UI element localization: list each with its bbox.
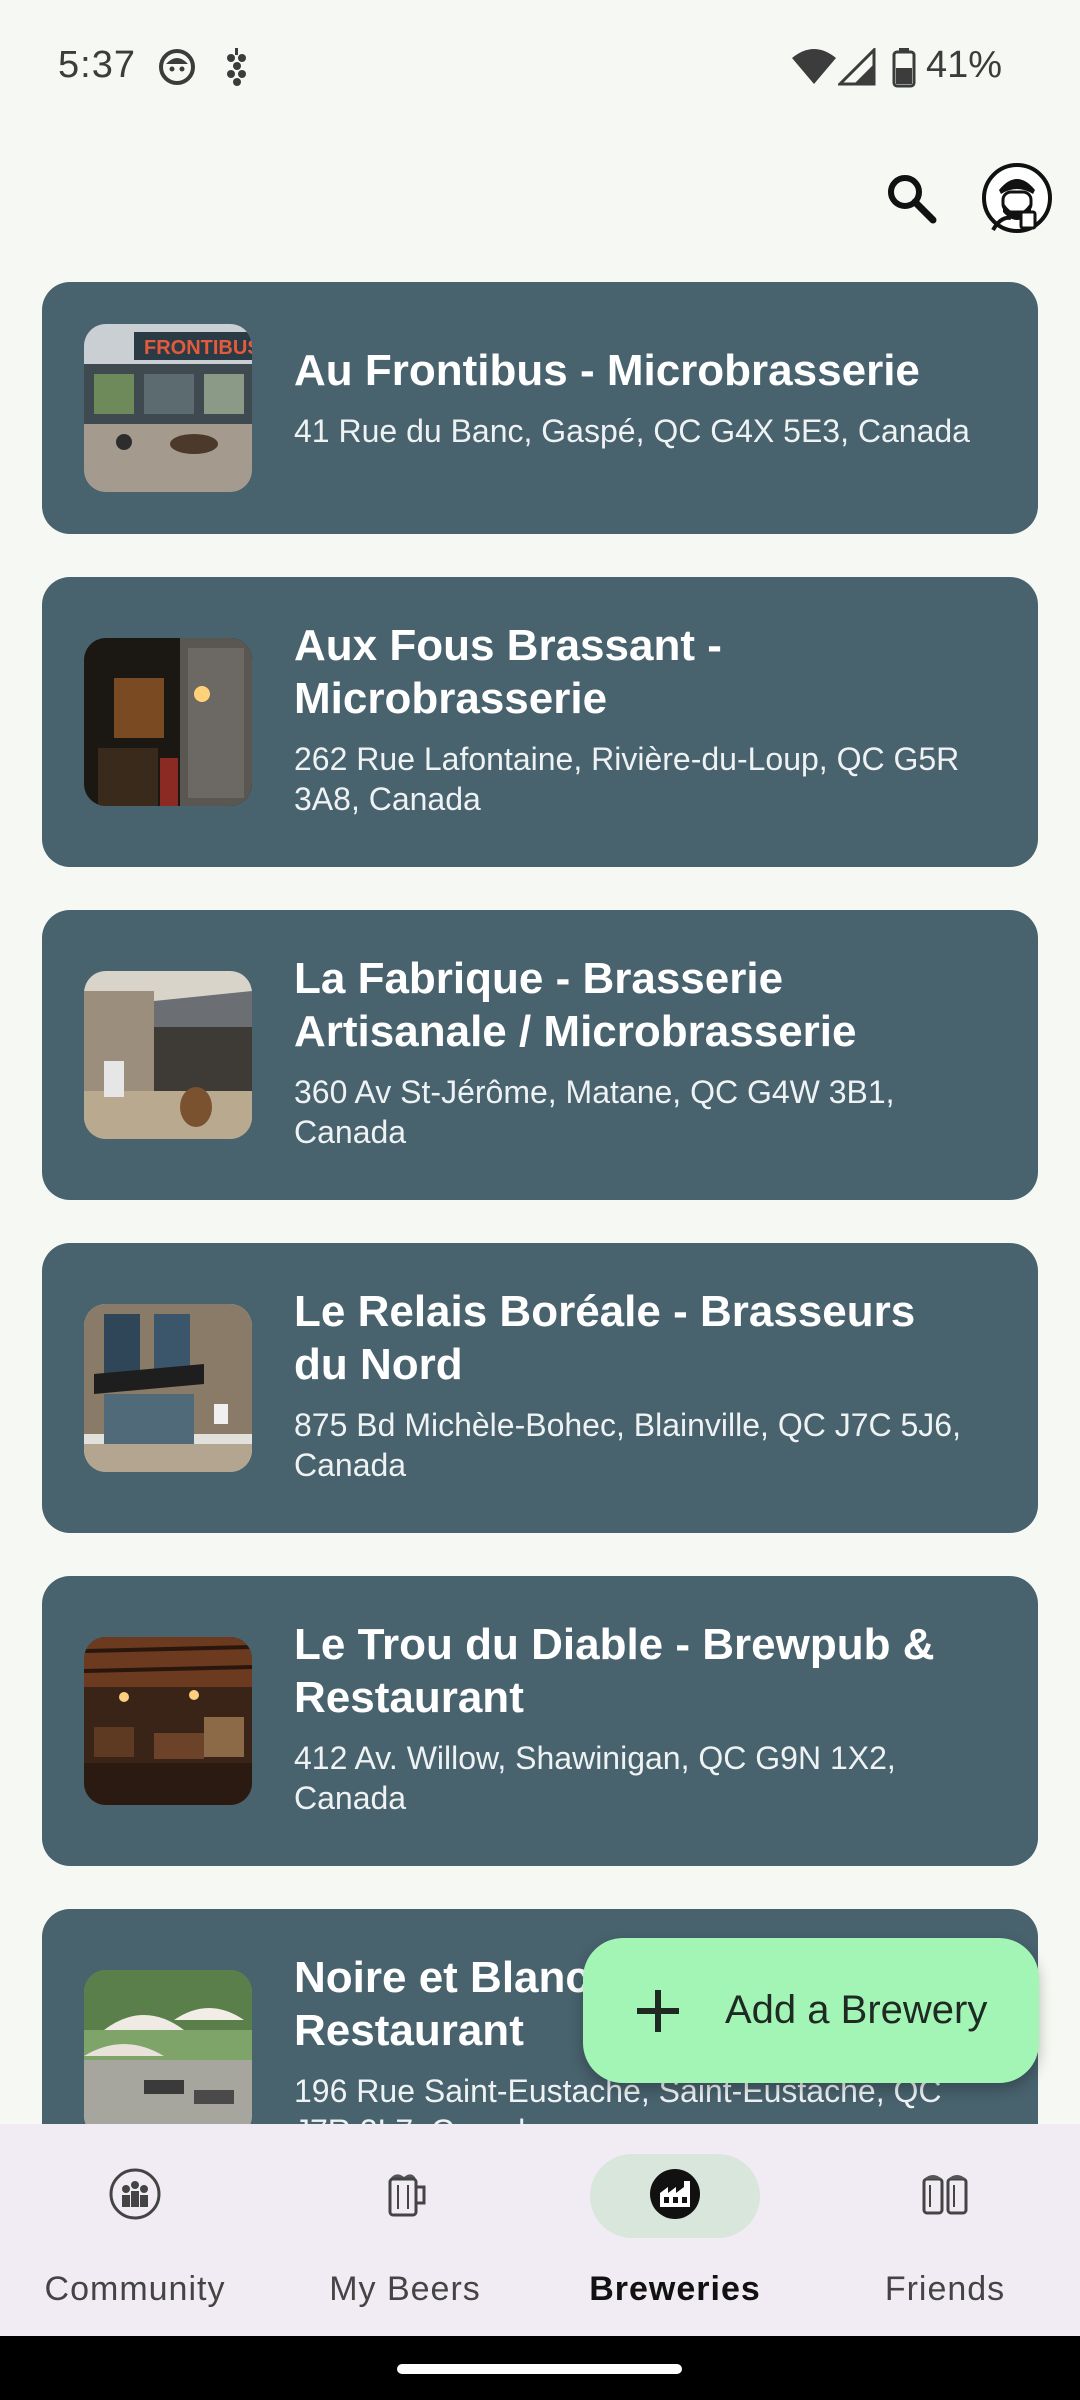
brewery-name: Le Trou du Diable - Brewpub & Restaurant <box>294 1620 935 1722</box>
nav-label: Community <box>44 2270 226 2308</box>
brewery-address: 262 Rue Lafontaine, Rivière-du-Loup, QC … <box>294 741 960 817</box>
wifi-icon <box>790 48 838 91</box>
brewery-card[interactable]: Le Relais Boréale - Brasseurs du Nord 87… <box>42 1243 1038 1533</box>
profile-avatar-icon <box>981 162 1053 239</box>
nav-label: My Beers <box>329 2270 481 2308</box>
battery-icon <box>892 48 916 93</box>
nav-pill <box>860 2154 1030 2238</box>
brewery-card[interactable]: Le Trou du Diable - Brewpub & Restaurant… <box>42 1576 1038 1866</box>
brewery-card[interactable]: FRONTIBUS Au Frontibus - Microbrasserie … <box>42 282 1038 534</box>
brewery-name: Au Frontibus - Microbrasserie <box>294 346 920 395</box>
profile-button[interactable] <box>972 150 1062 250</box>
add-brewery-label: Add a Brewery <box>725 1988 988 2032</box>
nav-label: Friends <box>884 2270 1006 2308</box>
nav-item-friends[interactable]: Friends <box>810 2124 1080 2336</box>
add-brewery-button[interactable]: Add a Brewery <box>583 1938 1039 2083</box>
brewery-photo <box>84 1970 252 2124</box>
brewery-card[interactable]: Aux Fous Brassant - Microbrasserie 262 R… <box>42 577 1038 867</box>
nav-item-community[interactable]: Community <box>0 2124 270 2336</box>
brewery-photo <box>84 971 252 1139</box>
community-icon <box>108 2167 162 2226</box>
brewery-address: 412 Av. Willow, Shawinigan, QC G9N 1X2, … <box>294 1740 896 1816</box>
brewery-name: Aux Fous Brassant - Microbrasserie <box>294 621 722 723</box>
brewery-address: 41 Rue du Banc, Gaspé, QC G4X 5E3, Canad… <box>294 413 970 449</box>
home-gesture-handle[interactable] <box>397 2364 682 2374</box>
nav-pill-active <box>590 2154 760 2238</box>
brewery-list[interactable]: FRONTIBUS Au Frontibus - Microbrasserie … <box>0 282 1080 2124</box>
brewery-photo <box>84 1304 252 1472</box>
battery-percentage: 41% <box>925 44 1002 86</box>
nav-pill <box>320 2154 490 2238</box>
nav-pill <box>50 2154 220 2238</box>
brewery-address: 360 Av St-Jérôme, Matane, QC G4W 3B1, Ca… <box>294 1074 895 1150</box>
top-app-bar <box>0 150 1080 260</box>
brewery-photo: FRONTIBUS <box>84 324 252 492</box>
brewery-name: La Fabrique - Brasserie Artisanale / Mic… <box>294 954 857 1056</box>
beer-mug-icon <box>382 2169 428 2224</box>
plus-icon <box>635 1988 681 2034</box>
search-icon <box>885 172 937 229</box>
app-notification-grapes-icon <box>222 48 252 93</box>
brewery-name: Le Relais Boréale - Brasseurs du Nord <box>294 1287 916 1389</box>
friends-beers-icon <box>918 2169 972 2224</box>
brewery-card[interactable]: La Fabrique - Brasserie Artisanale / Mic… <box>42 910 1038 1200</box>
brewery-photo <box>84 638 252 806</box>
cellular-signal-icon <box>836 46 876 91</box>
status-time: 5:37 <box>58 44 136 86</box>
brewery-address: 875 Bd Michèle-Bohec, Blainville, QC J7C… <box>294 1407 961 1483</box>
status-bar: 5:37 41% <box>0 0 1080 135</box>
brewery-photo <box>84 1637 252 1805</box>
brewery-icon <box>648 2167 702 2226</box>
nav-label: Breweries <box>589 2270 761 2308</box>
search-button[interactable] <box>866 150 956 250</box>
brewery-sign-text: FRONTIBUS <box>144 337 252 359</box>
nav-item-my-beers[interactable]: My Beers <box>270 2124 540 2336</box>
bottom-navigation: Community My Beers Breweries Friends <box>0 2124 1080 2336</box>
app-notification-face-icon <box>158 48 196 91</box>
nav-item-breweries[interactable]: Breweries <box>540 2124 810 2336</box>
